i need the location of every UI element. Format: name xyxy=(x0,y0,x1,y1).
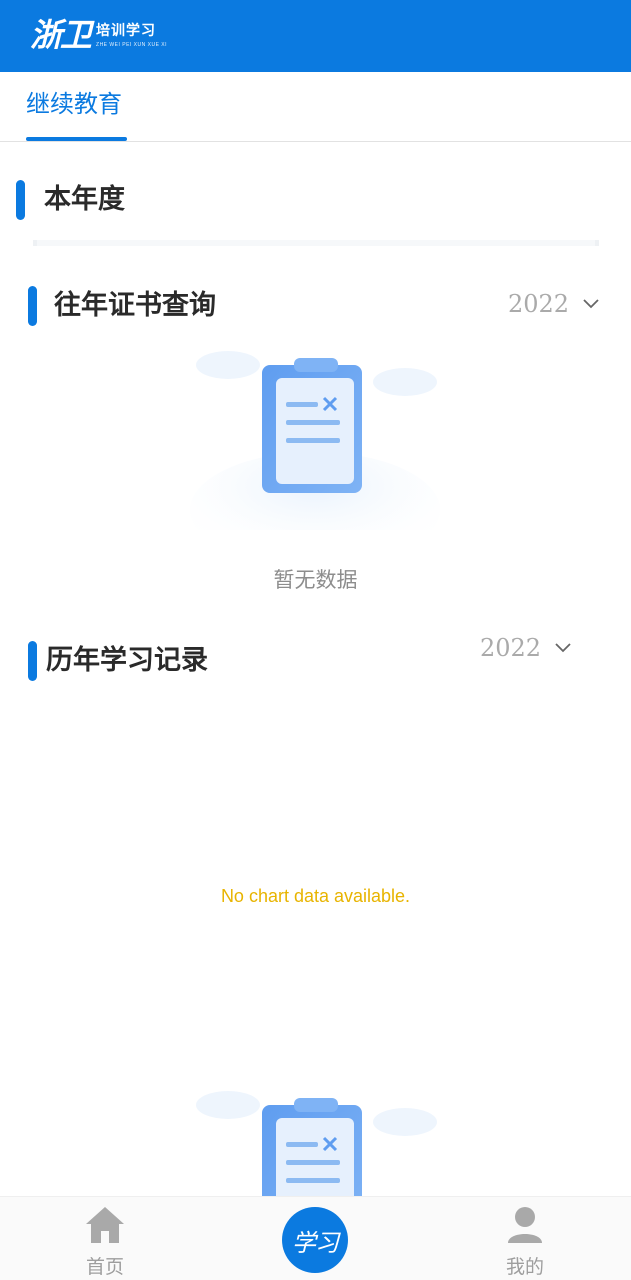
chevron-down-icon xyxy=(555,643,571,653)
year-select-certificates[interactable]: 2022 xyxy=(508,290,599,318)
progress-track xyxy=(33,240,599,246)
nav-label-study: 学习 xyxy=(292,1228,339,1257)
home-icon xyxy=(86,1207,124,1243)
nav-item-mine[interactable]: 我的 xyxy=(480,1205,570,1279)
user-icon xyxy=(508,1207,542,1243)
bottom-nav: 首页 学习 我的 xyxy=(0,1196,631,1280)
chevron-down-icon xyxy=(583,299,599,309)
nav-item-study[interactable]: 学习 xyxy=(282,1207,348,1273)
section-title-past-certificates: 往年证书查询 xyxy=(54,290,216,321)
nav-label-home: 首页 xyxy=(85,1257,124,1278)
nav-item-home[interactable]: 首页 xyxy=(60,1205,150,1279)
logo-subtitle: ZHE WEI PEI XUN XUE XI xyxy=(96,42,168,48)
app-header: 浙卫 培训学习 ZHE WEI PEI XUN XUE XI xyxy=(0,0,631,72)
logo-title: 培训学习 xyxy=(96,22,157,38)
nav-label-mine: 我的 xyxy=(505,1257,544,1278)
no-chart-data-text: No chart data available. xyxy=(220,886,411,906)
section-title-current-year: 本年度 xyxy=(44,184,125,215)
year-select-value: 2022 xyxy=(480,634,542,662)
year-select-history[interactable]: 2022 xyxy=(480,634,571,662)
logo-brush-text: 浙卫 xyxy=(30,16,92,54)
section-marker xyxy=(28,286,37,326)
app-logo: 浙卫 培训学习 ZHE WEI PEI XUN XUE XI xyxy=(30,16,167,54)
empty-state-text: 暂无数据 xyxy=(273,569,358,592)
section-title-history-records: 历年学习记录 xyxy=(46,645,208,676)
tab-continuing-education[interactable]: 继续教育 xyxy=(26,90,122,120)
year-select-value: 2022 xyxy=(508,290,570,318)
tab-bar: 继续教育 xyxy=(0,72,631,142)
clipboard-empty-icon xyxy=(190,351,440,530)
section-marker xyxy=(28,641,37,681)
tab-active-indicator xyxy=(26,137,127,141)
section-marker xyxy=(16,180,25,220)
